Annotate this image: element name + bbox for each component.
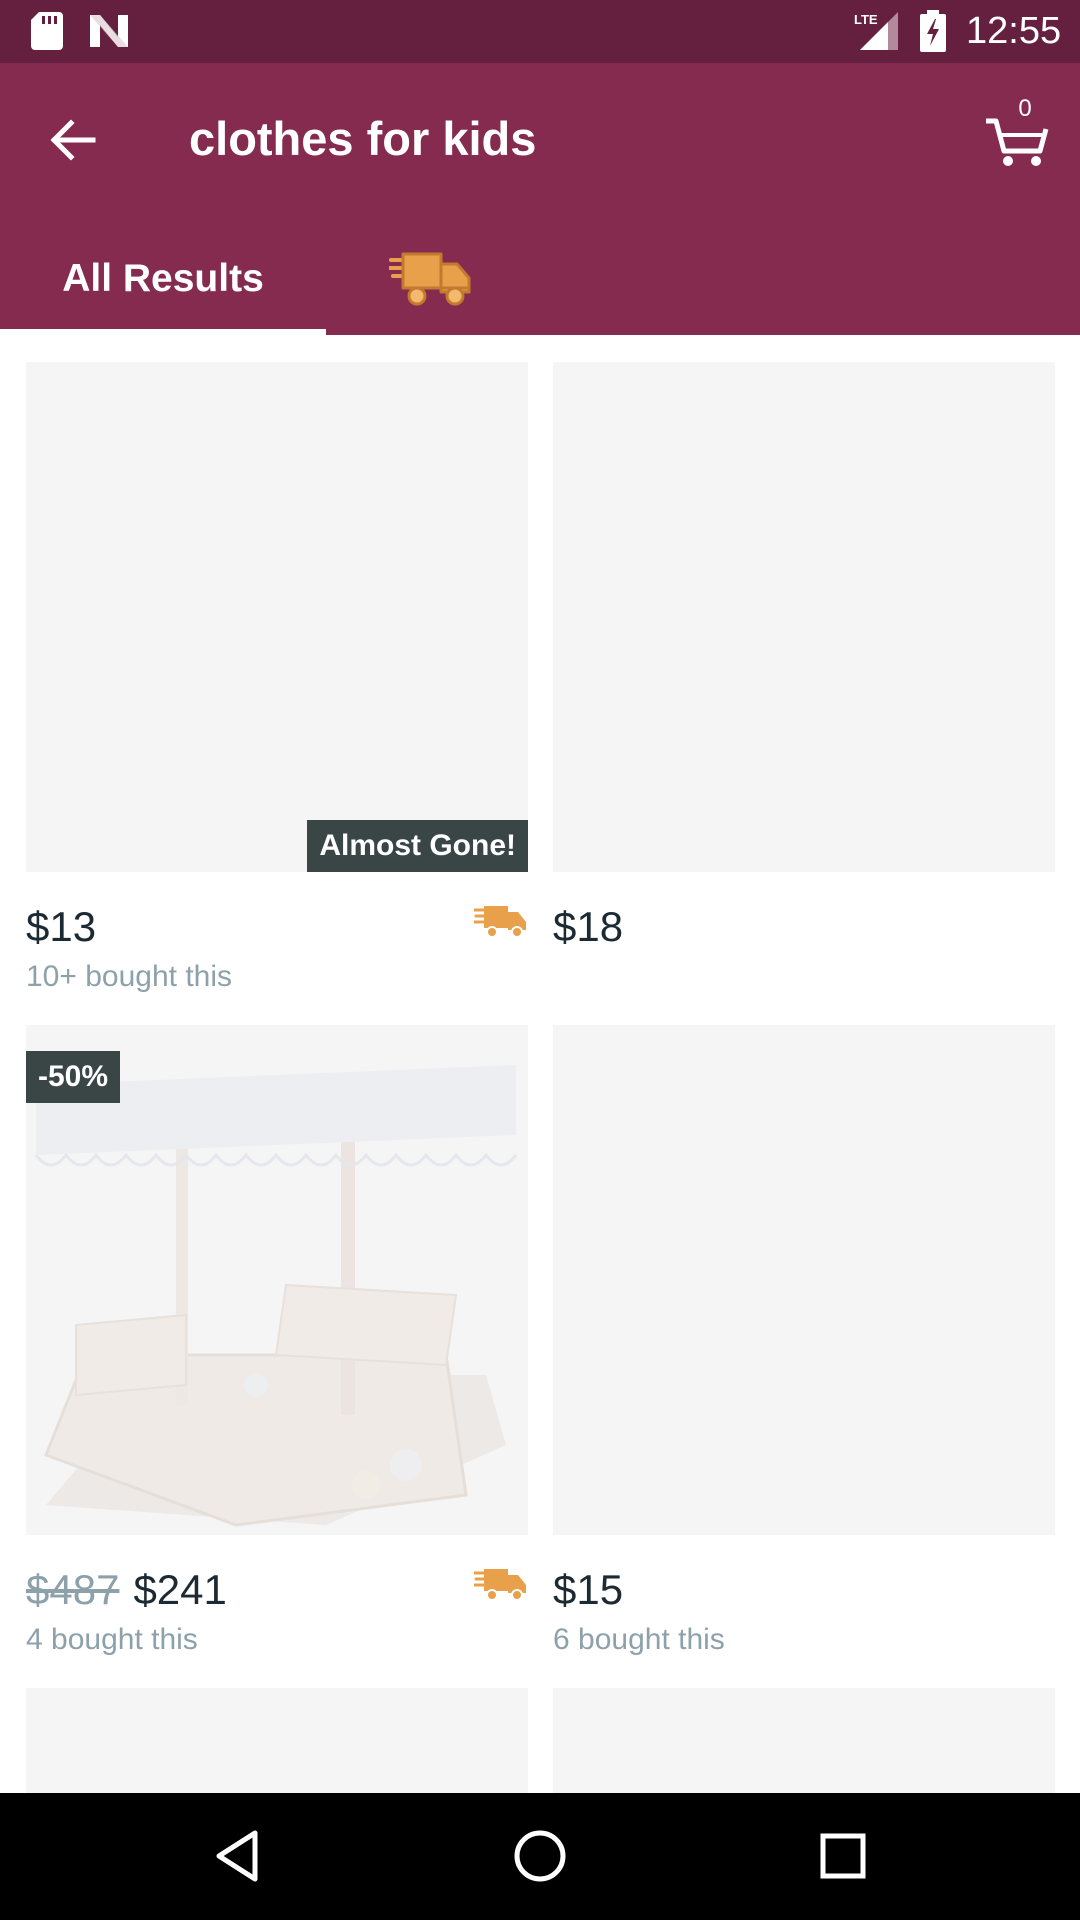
nav-home-button[interactable]: [505, 1821, 575, 1891]
sd-card-icon: [31, 12, 63, 50]
price-row: $13: [26, 902, 96, 952]
bought-count: 6 bought this: [553, 1623, 725, 1656]
original-price: $487: [26, 1566, 120, 1613]
product-image[interactable]: -50%: [26, 1025, 528, 1535]
system-nav-bar: [0, 1793, 1080, 1920]
fast-shipping-truck-icon: [474, 906, 526, 938]
search-query-title[interactable]: clothes for kids: [189, 107, 536, 171]
home-circle-icon: [514, 1830, 566, 1882]
back-triangle-icon: [216, 1830, 258, 1882]
product-price: $241: [133, 1566, 227, 1613]
tab-all-results[interactable]: All Results: [0, 238, 326, 335]
arrow-back-icon: [50, 119, 96, 161]
price-row: $487 $241: [26, 1565, 227, 1615]
bought-count: 4 bought this: [26, 1623, 198, 1656]
tab-selected-indicator: [0, 329, 326, 335]
product-image[interactable]: Almost Gone!: [26, 362, 528, 872]
product-image[interactable]: [26, 1688, 528, 1793]
nav-back-button[interactable]: [202, 1821, 272, 1891]
almost-gone-badge: Almost Gone!: [307, 820, 528, 872]
product-price: $18: [553, 903, 624, 950]
tab-label: All Results: [62, 256, 264, 300]
recents-square-icon: [820, 1833, 866, 1879]
svg-text:LTE: LTE: [854, 12, 878, 27]
cart-button[interactable]: 0: [984, 95, 1052, 169]
n-notification-icon: [90, 15, 128, 47]
product-price: $15: [553, 1566, 624, 1613]
fast-shipping-truck-icon: [389, 252, 471, 305]
back-button[interactable]: [38, 105, 108, 175]
product-image[interactable]: [553, 362, 1055, 872]
bought-count: 10+ bought this: [26, 960, 233, 993]
nav-recents-button[interactable]: [808, 1821, 878, 1891]
app-bar: clothes for kids 0 All Results: [0, 63, 1080, 335]
product-image[interactable]: [553, 1025, 1055, 1535]
status-bar: LTE 12:55: [0, 0, 1080, 63]
battery-charging-icon: [920, 10, 946, 52]
fast-shipping-truck-icon: [474, 1569, 526, 1601]
product-image[interactable]: [553, 1688, 1055, 1793]
status-clock: 12:55: [966, 10, 1062, 52]
lte-signal-icon: LTE: [854, 12, 898, 50]
tab-fast-shipping[interactable]: [326, 238, 536, 335]
price-row: $15: [553, 1565, 623, 1615]
cart-count-badge: 0: [1018, 95, 1032, 122]
price-row: $18: [553, 902, 623, 952]
product-price: $13: [26, 903, 97, 950]
discount-badge: -50%: [26, 1051, 121, 1103]
